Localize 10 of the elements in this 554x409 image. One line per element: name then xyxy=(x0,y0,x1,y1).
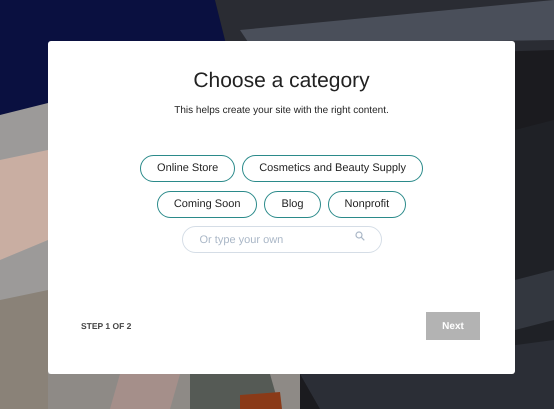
category-chip[interactable]: Cosmetics and Beauty Supply xyxy=(242,155,423,182)
category-chip[interactable]: Blog xyxy=(264,191,321,218)
category-chip[interactable]: Online Store xyxy=(140,155,236,182)
dialog-title: Choose a category xyxy=(193,68,370,94)
category-chip[interactable]: Nonprofit xyxy=(328,191,406,218)
search-field[interactable]: Or type your own xyxy=(182,226,382,253)
step-indicator: STEP 1 OF 2 xyxy=(81,320,132,332)
category-chip[interactable]: Coming Soon xyxy=(156,191,258,218)
dialog-subtitle: This helps create your site with the right content. xyxy=(174,104,389,117)
search-icon xyxy=(354,231,364,241)
